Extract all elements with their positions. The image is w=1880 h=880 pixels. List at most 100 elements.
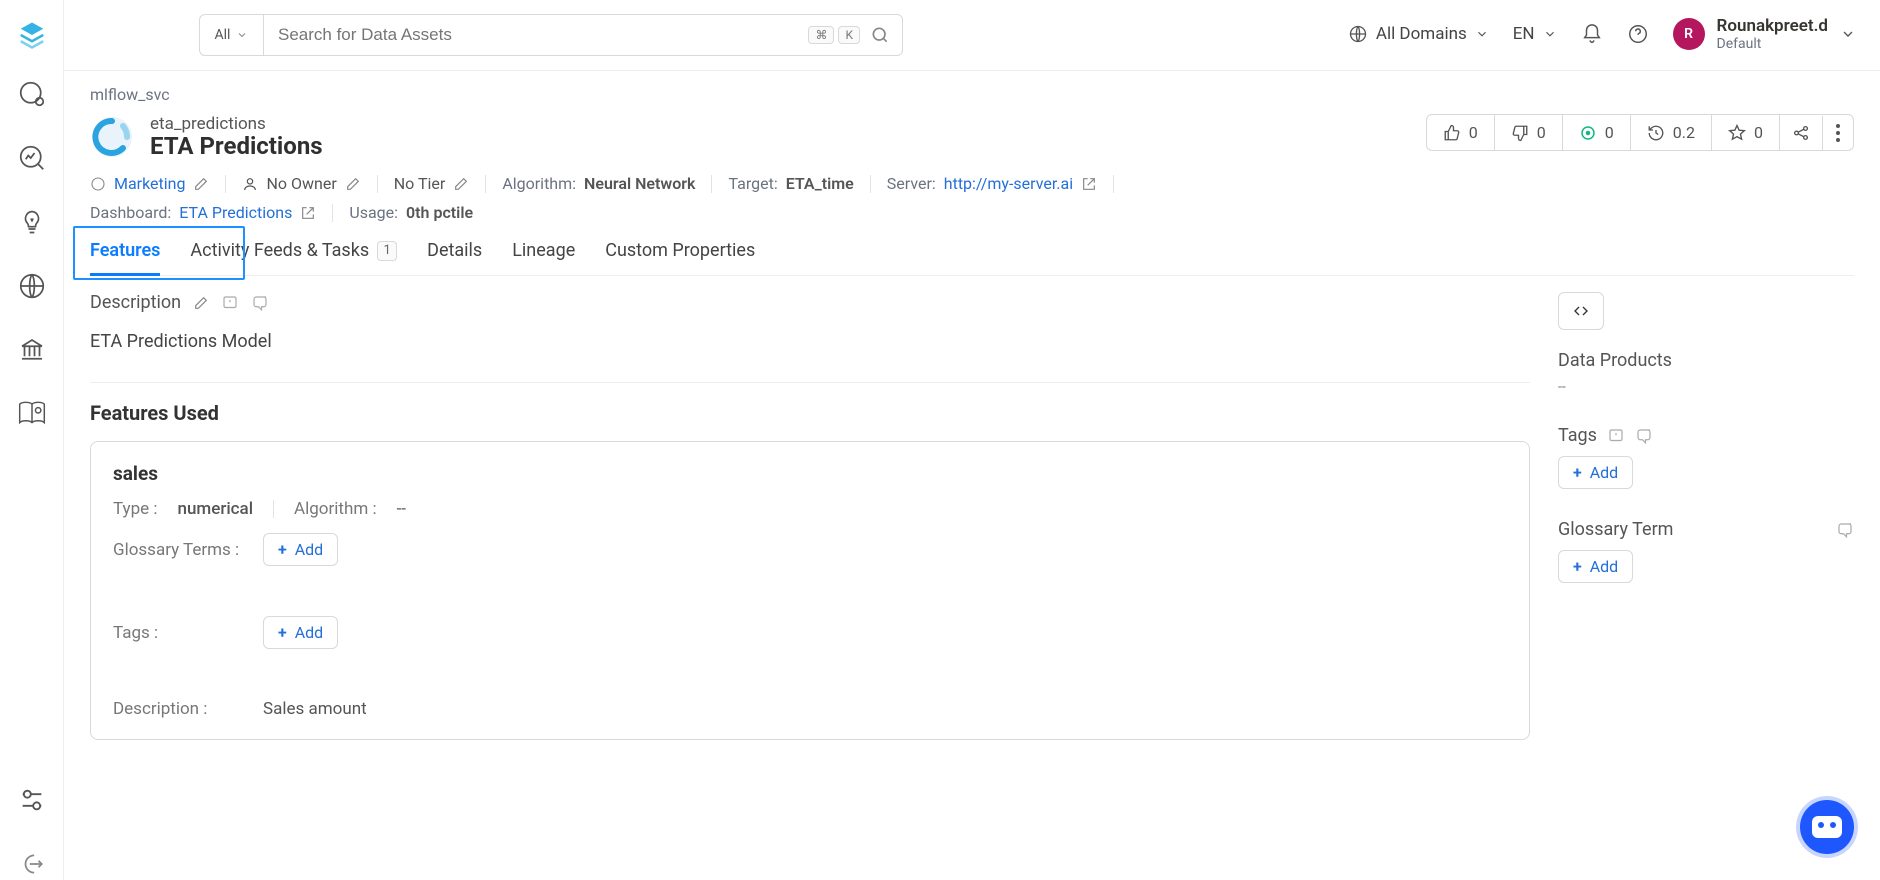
- downvote-button[interactable]: 0: [1495, 115, 1563, 150]
- features-used-heading: Features Used: [90, 401, 1530, 425]
- meta-row: Marketing No Owner No Tier Algorithm: Ne…: [90, 174, 1854, 193]
- tab-details[interactable]: Details: [427, 240, 482, 275]
- page-scroll[interactable]: mlflow_svc eta_predictions ETA Predictio…: [64, 70, 1880, 880]
- nav-domains-icon[interactable]: [16, 270, 48, 302]
- search-scope-select[interactable]: All: [199, 14, 263, 56]
- meta-row-2: Dashboard: ETA Predictions Usage: 0th pc…: [90, 203, 1854, 222]
- side-tags-heading: Tags: [1558, 425, 1597, 446]
- external-link-icon: [1081, 176, 1097, 192]
- target-chip: Target: ETA_time: [728, 174, 853, 193]
- search-container: ⌘ K: [263, 14, 903, 56]
- share-icon: [1792, 124, 1810, 142]
- entity-slug: eta_predictions: [150, 114, 323, 134]
- tab-features[interactable]: Features: [90, 240, 160, 275]
- share-button[interactable]: [1780, 116, 1823, 150]
- nav-observability-icon[interactable]: [16, 142, 48, 174]
- algorithm-chip: Algorithm: Neural Network: [502, 174, 695, 193]
- lang-selector[interactable]: EN: [1513, 24, 1557, 44]
- left-nav: [0, 0, 64, 880]
- domain-chip[interactable]: Marketing: [90, 174, 209, 193]
- nav-governance-icon[interactable]: [16, 334, 48, 366]
- user-role: Default: [1717, 36, 1828, 52]
- edit-description-icon[interactable]: [193, 295, 209, 311]
- code-icon: [1571, 303, 1591, 319]
- edit-owner-icon[interactable]: [345, 176, 361, 192]
- tabs: Features Activity Feeds & Tasks 1 Detail…: [90, 240, 1854, 276]
- star-button[interactable]: 0: [1712, 115, 1780, 150]
- activity-count-badge: 1: [377, 241, 397, 261]
- owner-chip[interactable]: No Owner: [242, 174, 360, 193]
- avatar: R: [1673, 18, 1705, 50]
- topbar: All ⌘ K All Domains EN R: [0, 0, 1880, 70]
- chevron-down-icon: [1475, 27, 1489, 41]
- tag-icon: [90, 176, 106, 192]
- more-menu-button[interactable]: [1823, 116, 1853, 150]
- chevron-down-icon: [1543, 27, 1557, 41]
- chatbot-button[interactable]: [1800, 800, 1854, 854]
- feature-description-value: Sales amount: [263, 699, 367, 719]
- globe-icon: [1348, 24, 1368, 44]
- side-panel: Data Products -- Tags +Add Glossary Term: [1554, 292, 1854, 740]
- notifications-button[interactable]: [1581, 23, 1603, 45]
- kebab-icon: [1835, 124, 1841, 142]
- thumbs-down-icon: [1511, 124, 1529, 142]
- nav-insights-icon[interactable]: [16, 206, 48, 238]
- target-icon: [1579, 124, 1597, 142]
- nav-explore-icon[interactable]: [16, 78, 48, 110]
- tab-activity[interactable]: Activity Feeds & Tasks 1: [190, 240, 397, 275]
- upvote-button[interactable]: 0: [1427, 115, 1495, 150]
- side-add-glossary-button[interactable]: +Add: [1558, 550, 1633, 583]
- nav-logout-icon[interactable]: [16, 848, 48, 880]
- description-heading: Description: [90, 292, 1530, 313]
- side-data-products-heading: Data Products: [1558, 350, 1854, 371]
- search-input[interactable]: [276, 24, 798, 46]
- help-button[interactable]: [1627, 23, 1649, 45]
- chevron-down-icon: [236, 29, 248, 41]
- feature-algo-value: --: [397, 499, 406, 519]
- search-scope-label: All: [215, 27, 231, 43]
- feature-type-value: numerical: [177, 499, 253, 519]
- side-add-tag-button[interactable]: +Add: [1558, 456, 1633, 489]
- description-body: ETA Predictions Model: [90, 331, 1530, 352]
- tab-custom-properties[interactable]: Custom Properties: [605, 240, 755, 275]
- comment-description-icon[interactable]: [251, 294, 269, 312]
- usage-chip: Usage: 0th pctile: [349, 203, 473, 222]
- open-tasks-button[interactable]: 0: [1563, 115, 1631, 150]
- edit-tier-icon[interactable]: [453, 176, 469, 192]
- search-icon[interactable]: [870, 25, 890, 45]
- server-chip[interactable]: Server: http://my-server.ai: [887, 174, 1097, 193]
- bot-icon: [1812, 816, 1842, 838]
- toggle-code-button[interactable]: [1558, 292, 1604, 330]
- thumbs-up-icon: [1443, 124, 1461, 142]
- user-icon: [242, 176, 258, 192]
- dashboard-chip[interactable]: Dashboard: ETA Predictions: [90, 203, 316, 222]
- user-name: Rounakpreet.d: [1717, 17, 1828, 37]
- tier-chip[interactable]: No Tier: [394, 174, 470, 193]
- search-shortcut: ⌘ K: [808, 26, 860, 44]
- request-description-icon[interactable]: [221, 294, 239, 312]
- nav-glossary-icon[interactable]: [16, 398, 48, 430]
- comment-glossary-icon[interactable]: [1836, 521, 1854, 539]
- feature-name: sales: [113, 462, 1507, 485]
- side-data-products-value: --: [1558, 379, 1854, 395]
- stats-bar: 0 0 0 0.2 0: [1426, 114, 1854, 151]
- request-tags-icon[interactable]: [1607, 427, 1625, 445]
- entity-type-icon: [90, 115, 134, 159]
- star-icon: [1728, 124, 1746, 142]
- side-glossary-heading: Glossary Term: [1558, 519, 1673, 540]
- feature-card: sales Type : numerical Algorithm : -- Gl…: [90, 441, 1530, 740]
- nav-settings-icon[interactable]: [16, 784, 48, 816]
- comment-tags-icon[interactable]: [1635, 427, 1653, 445]
- edit-domain-icon[interactable]: [193, 176, 209, 192]
- breadcrumb[interactable]: mlflow_svc: [90, 85, 1854, 104]
- bell-icon: [1581, 23, 1603, 45]
- add-tag-button[interactable]: +Add: [263, 616, 338, 649]
- freshness-button[interactable]: 0.2: [1631, 115, 1712, 150]
- history-icon: [1647, 124, 1665, 142]
- user-menu[interactable]: R Rounakpreet.d Default: [1673, 17, 1856, 53]
- tab-lineage[interactable]: Lineage: [512, 240, 575, 275]
- domain-selector[interactable]: All Domains: [1348, 24, 1489, 44]
- page-title: ETA Predictions: [150, 132, 323, 160]
- chevron-down-icon: [1840, 26, 1856, 42]
- add-glossary-term-button[interactable]: +Add: [263, 533, 338, 566]
